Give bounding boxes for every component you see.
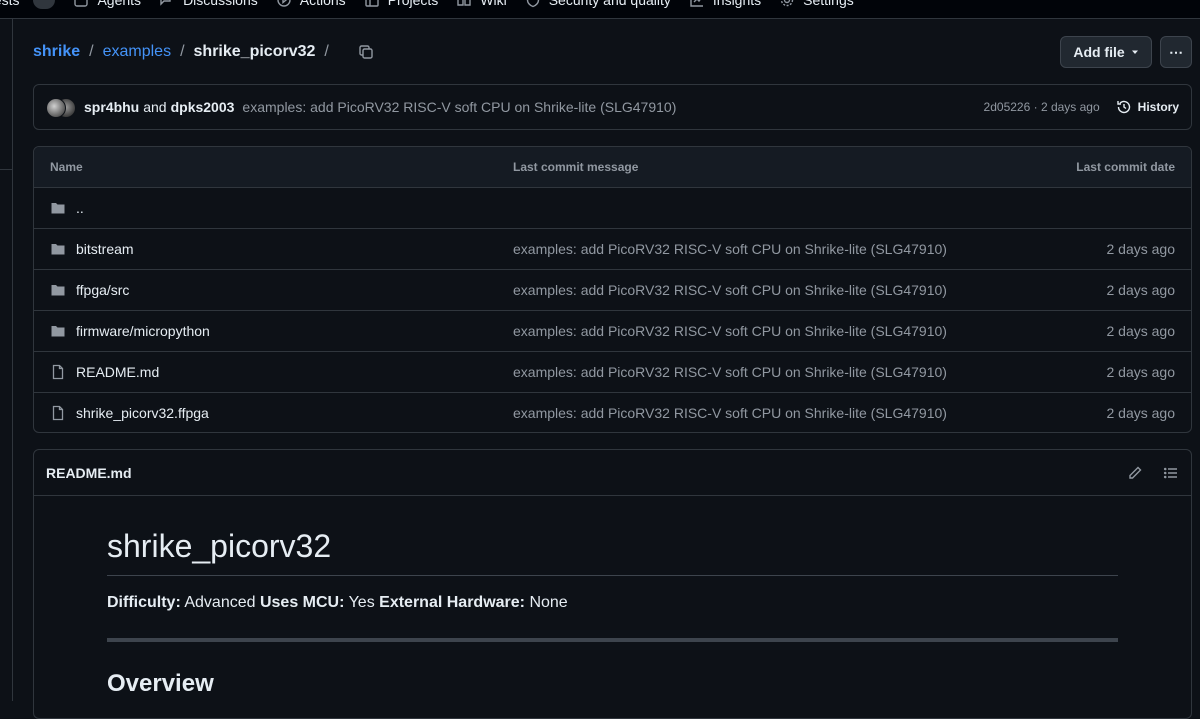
latest-commit-bar: spr4bhu and dpks2003 examples: add PicoR… (33, 84, 1192, 130)
table-row[interactable]: bitstream examples: add PicoRV32 RISC-V … (34, 229, 1191, 270)
row-commit-date: 2 days ago (1106, 364, 1176, 380)
readme-filename: README.md (46, 464, 132, 481)
table-row[interactable]: .. (34, 188, 1191, 229)
folder-icon (51, 285, 65, 296)
breadcrumb-repo-link[interactable]: shrike (33, 43, 80, 61)
table-icon (364, 0, 379, 7)
nav-actions[interactable]: Actions (276, 0, 346, 8)
breadcrumb: shrike / examples / shrike_picorv32 / (33, 40, 380, 64)
commit-time: 2 days ago (1040, 100, 1100, 114)
folder-icon (51, 203, 65, 214)
nav-pull-requests[interactable]: uests (0, 0, 56, 9)
breadcrumb-folder-link[interactable]: examples (103, 43, 171, 61)
readme-meta-line: Difficulty: Advanced Uses MCU: Yes Exter… (107, 594, 568, 611)
file-name-link[interactable]: shrike_picorv32.ffpga (76, 405, 209, 421)
gear-icon (780, 0, 794, 7)
nav-settings[interactable]: Settings (779, 0, 854, 8)
readme-title: shrike_picorv32 (107, 528, 1118, 576)
file-name-link[interactable]: bitstream (76, 241, 134, 257)
readme-content: shrike_picorv32 Difficulty: Advanced Use… (34, 496, 1191, 698)
commit-message-link[interactable]: examples: add PicoRV32 RISC-V soft CPU o… (242, 99, 676, 115)
nav-wiki[interactable]: Wiki (456, 0, 507, 8)
column-name: Name (50, 160, 83, 174)
history-icon (1116, 100, 1130, 114)
more-options-button[interactable]: ⋯ (1160, 36, 1192, 68)
row-commit-message-link[interactable]: examples: add PicoRV32 RISC-V soft CPU o… (497, 282, 957, 298)
file-icon (52, 405, 64, 421)
folder-icon (51, 244, 65, 255)
folder-icon (51, 326, 65, 337)
outline-list-icon[interactable] (1163, 465, 1179, 481)
file-name-link[interactable]: firmware/micropython (76, 323, 210, 339)
row-commit-message-link[interactable]: examples: add PicoRV32 RISC-V soft CPU o… (497, 405, 957, 421)
difficulty-value: Advanced (184, 594, 256, 611)
row-commit-date: 2 days ago (1106, 282, 1176, 298)
copy-path-button[interactable] (352, 38, 380, 66)
nav-projects[interactable]: Projects (364, 0, 438, 8)
row-commit-date: 2 days ago (1106, 323, 1176, 339)
hardware-value: None (529, 594, 568, 611)
row-commit-date: 2 days ago (1106, 241, 1176, 257)
readme-panel: README.md shrike_picorv32 Difficulty: Ad… (33, 449, 1192, 719)
readme-header: README.md (34, 450, 1191, 496)
table-row[interactable]: firmware/micropython examples: add PicoR… (34, 311, 1191, 352)
file-name-link[interactable]: README.md (76, 364, 159, 380)
commit-sha-link[interactable]: 2d05226 (984, 100, 1031, 114)
nav-discussions[interactable]: Discussions (159, 0, 258, 8)
file-icon (52, 364, 64, 380)
mcu-value: Yes (348, 594, 375, 611)
breadcrumb-separator: / (180, 43, 185, 60)
count-badge (33, 0, 56, 9)
rail-divider (0, 169, 13, 170)
row-commit-message-link[interactable]: examples: add PicoRV32 RISC-V soft CPU o… (497, 323, 957, 339)
shield-icon (526, 0, 539, 8)
commit-author-joiner: and (143, 99, 167, 115)
row-commit-message-link[interactable]: examples: add PicoRV32 RISC-V soft CPU o… (497, 364, 957, 380)
table-header: Name Last commit message Last commit dat… (34, 147, 1191, 188)
table-row[interactable]: shrike_picorv32.ffpga examples: add Pico… (34, 393, 1191, 432)
nav-insights[interactable]: Insights (689, 0, 761, 8)
readme-section-heading: Overview (107, 670, 214, 697)
discussion-icon (160, 0, 171, 6)
breadcrumb-separator: / (89, 43, 94, 60)
commit-author-link[interactable]: spr4bhu (84, 99, 139, 115)
table-row[interactable]: README.md examples: add PicoRV32 RISC-V … (34, 352, 1191, 393)
play-icon (277, 0, 291, 7)
history-button[interactable]: History (1116, 99, 1179, 115)
repo-nav: uests Agents Discussions Actions Project… (0, 0, 1200, 19)
pencil-icon[interactable] (1127, 465, 1143, 481)
file-table: Name Last commit message Last commit dat… (33, 146, 1192, 433)
nav-agents[interactable]: Agents (73, 0, 141, 8)
graph-icon (690, 0, 703, 7)
book-icon (457, 0, 471, 6)
breadcrumb-current: shrike_picorv32 (193, 43, 316, 60)
column-commit-message: Last commit message (513, 160, 639, 174)
kebab-icon: ⋯ (1169, 43, 1183, 60)
parent-directory-link[interactable]: .. (76, 200, 84, 216)
copy-icon (359, 45, 373, 59)
breadcrumb-separator: / (324, 43, 329, 60)
column-commit-date: Last commit date (1076, 160, 1175, 174)
commit-avatars (46, 96, 76, 118)
table-row[interactable]: ffpga/src examples: add PicoRV32 RISC-V … (34, 270, 1191, 311)
nav-security[interactable]: Security and quality (525, 0, 671, 8)
agent-icon (74, 0, 89, 7)
readme-divider (107, 638, 1118, 642)
row-commit-message-link[interactable]: examples: add PicoRV32 RISC-V soft CPU o… (497, 241, 957, 257)
file-tree-rail (0, 19, 13, 701)
avatar[interactable] (46, 98, 66, 118)
row-commit-date: 2 days ago (1106, 405, 1176, 421)
commit-meta-separator: · (1030, 100, 1041, 114)
file-name-link[interactable]: ffpga/src (76, 282, 129, 298)
caret-down-icon (1131, 50, 1138, 54)
commit-meta: 2d05226 · 2 days ago (984, 100, 1100, 114)
add-file-button[interactable]: Add file (1060, 36, 1152, 68)
commit-coauthor-link[interactable]: dpks2003 (171, 99, 235, 115)
